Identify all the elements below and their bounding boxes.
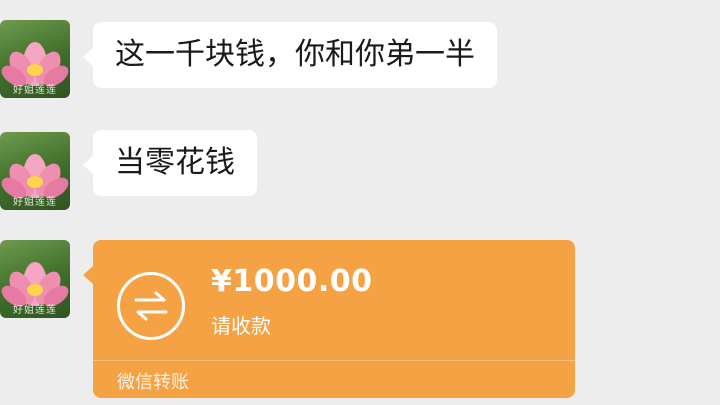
message-text: 当零花钱 [115, 145, 235, 180]
divider [93, 360, 575, 361]
message-bubble[interactable]: 这一千块钱，你和你弟一半 [83, 22, 497, 88]
transfer-status: 请收款 [211, 314, 271, 338]
transfer-arrows-icon [117, 272, 185, 340]
message-bubble[interactable]: 当零花钱 [83, 130, 257, 196]
avatar[interactable]: 好姐莲莲 [0, 20, 70, 98]
avatar[interactable]: 好姐莲莲 [0, 132, 70, 210]
transfer-footer: 微信转账 [117, 372, 189, 393]
avatar[interactable]: 好姐莲莲 [0, 240, 70, 318]
transfer-card[interactable]: ¥1000.00 请收款 微信转账 [83, 240, 575, 398]
avatar-caption: 好姐莲莲 [13, 197, 57, 208]
message-text: 这一千块钱，你和你弟一半 [115, 37, 475, 72]
avatar-caption: 好姐莲莲 [13, 305, 57, 316]
transfer-amount: ¥1000.00 [211, 264, 373, 299]
avatar-caption: 好姐莲莲 [13, 85, 57, 96]
